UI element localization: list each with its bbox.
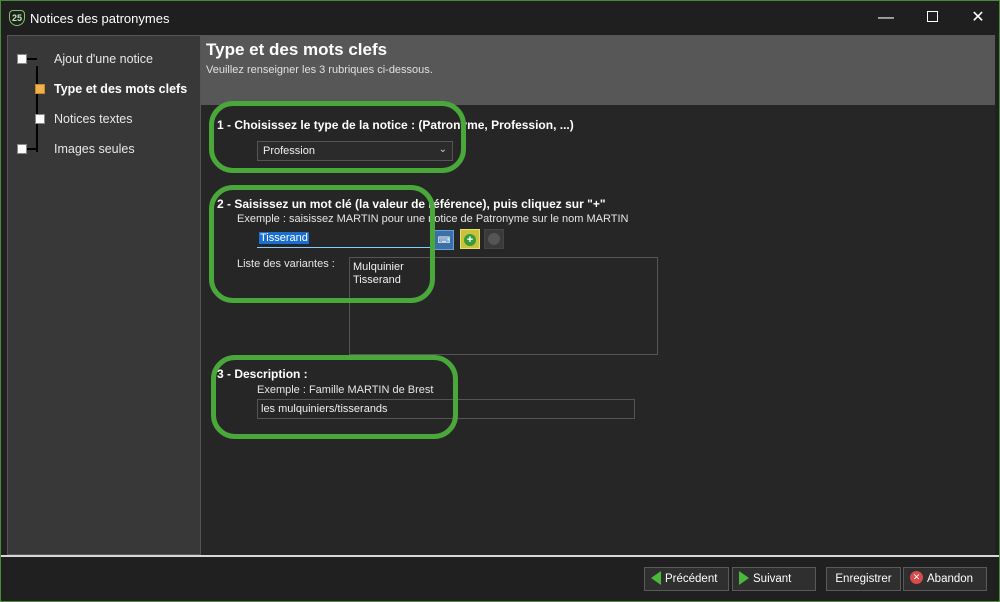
- cancel-label: Abandon: [927, 573, 974, 585]
- keyboard-icon[interactable]: ⌨: [434, 230, 454, 250]
- minimize-button[interactable]: —: [863, 1, 909, 35]
- cancel-button[interactable]: ✕ Abandon: [903, 567, 987, 591]
- previous-label: Précédent: [665, 573, 718, 585]
- page-subtitle: Veuillez renseigner les 3 rubriques ci-d…: [206, 64, 433, 76]
- next-button[interactable]: Suivant: [732, 567, 816, 591]
- remove-keyword-button[interactable]: [484, 229, 504, 249]
- maximize-icon: [926, 10, 938, 22]
- next-label: Suivant: [753, 573, 792, 585]
- step-label: Ajout d'une notice: [54, 52, 153, 66]
- highlight-section1: [209, 101, 466, 173]
- step-marker-active: [35, 84, 45, 94]
- arrow-right-icon: [739, 570, 749, 585]
- wizard-steps-sidebar: Ajout d'une notice Type et des mots clef…: [7, 35, 201, 555]
- add-keyword-button[interactable]: +: [460, 229, 480, 249]
- previous-button[interactable]: Précédent: [644, 567, 729, 591]
- step-ajout-notice[interactable]: Ajout d'une notice: [8, 49, 202, 71]
- page-title: Type et des mots clefs: [206, 40, 388, 59]
- highlight-section3: [211, 355, 458, 439]
- cancel-icon: ✕: [910, 571, 923, 585]
- step-marker: [35, 114, 45, 124]
- arrow-left-icon: [651, 570, 661, 585]
- step-marker: [17, 144, 27, 154]
- form-content: 1 - Choisissez le type de la notice : (P…: [201, 101, 995, 555]
- dialog-window: 25 Notices des patronymes — ✕ Ajout d'un…: [0, 0, 1000, 602]
- step-label: Type et des mots clefs: [54, 82, 188, 96]
- minus-icon: [488, 233, 500, 245]
- step-images-seules[interactable]: Images seules: [8, 139, 202, 161]
- plus-icon: +: [464, 234, 476, 246]
- maximize-button[interactable]: [909, 1, 955, 35]
- step-label: Images seules: [54, 142, 135, 156]
- close-button[interactable]: ✕: [955, 1, 1000, 35]
- footer-bar: Précédent Suivant Enregistrer ✕ Abandon: [1, 555, 999, 601]
- step-notices-textes[interactable]: Notices textes: [8, 109, 202, 131]
- page-header: Type et des mots clefs Veuillez renseign…: [201, 35, 995, 105]
- step-label: Notices textes: [54, 112, 133, 126]
- step-type-mots-clefs[interactable]: Type et des mots clefs: [8, 79, 202, 101]
- step-marker: [17, 54, 27, 64]
- save-button[interactable]: Enregistrer: [826, 567, 901, 591]
- title-bar[interactable]: 25 Notices des patronymes — ✕: [1, 1, 999, 35]
- window-title: Notices des patronymes: [30, 11, 170, 26]
- app-shield-icon: 25: [9, 10, 25, 26]
- save-label: Enregistrer: [835, 573, 892, 585]
- highlight-section2: [209, 185, 435, 303]
